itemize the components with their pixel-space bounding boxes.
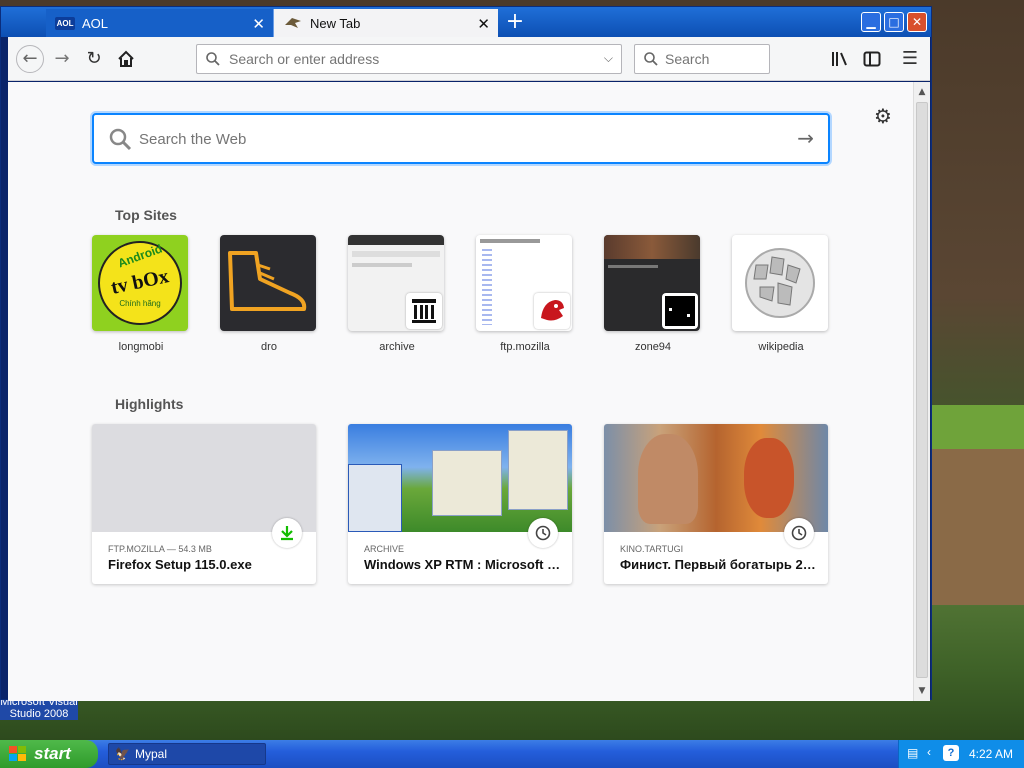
archive-building-icon [406,293,442,329]
site-thumbnail[interactable] [348,235,444,331]
mypal-logo-icon: 🦅 [115,747,130,761]
wikipedia-globe-icon [745,248,815,318]
scrollbar-thumb[interactable] [916,102,928,678]
boot-icon [228,251,307,311]
web-search-input[interactable] [139,128,759,150]
zone94-logo-icon [662,293,698,329]
top-sites-heading: Top Sites [115,207,177,223]
task-label: Mypal [135,747,168,761]
search-input[interactable] [665,49,765,69]
help-icon[interactable]: ? [943,745,959,761]
site-label: archive [379,341,415,353]
site-label: ftp.mozilla [500,341,550,353]
scroll-down-icon[interactable]: ▼ [914,683,930,699]
card-title: Windows XP RTM : Microsoft : Fr... [364,557,564,572]
site-thumbnail[interactable] [604,235,700,331]
sidebar-icon[interactable] [860,47,884,71]
tab-aol[interactable]: AOL AOL ✕ [46,9,274,37]
card-meta: ARCHIVE [364,544,405,554]
tile-text: Chính hãng [119,299,161,308]
tab-label: AOL [82,15,109,31]
highlight-card-firefox-setup[interactable]: FTP.MOZILLA — 54.3 MB Firefox Setup 115.… [92,424,316,584]
tab-new-tab[interactable]: New Tab ✕ [274,9,498,37]
highlight-card-finist[interactable]: KINO.TARTUGI Финист. Первый богатырь 202… [604,424,828,584]
start-label: start [34,744,71,763]
tab-strip: AOL AOL ✕ New Tab ✕ + ▁ □ ✕ [1,7,931,37]
new-tab-page: ⚙ → Top Sites Android tv bOx Chính hãng … [8,82,913,701]
tab-label: New Tab [310,15,361,31]
back-icon[interactable]: ← [16,45,44,73]
hamburger-menu-icon[interactable]: ☰ [898,47,922,71]
windows-flag-icon [9,746,26,761]
mypal-logo-icon [284,16,302,30]
chevron-down-icon[interactable]: ⌵ [604,51,613,66]
web-search-box[interactable]: → [92,113,830,164]
top-site-archive[interactable]: archive [348,235,446,353]
site-thumbnail[interactable] [732,235,828,331]
clock-text[interactable]: 4:22 AM [969,747,1013,761]
site-label: dro [261,341,277,353]
scroll-up-icon[interactable]: ▲ [914,84,930,100]
card-title: Firefox Setup 115.0.exe [108,557,252,572]
system-tray: ▤ ‹ ? 4:22 AM [898,740,1024,768]
site-label: longmobi [118,341,164,353]
forward-icon[interactable]: → [50,47,74,71]
card-meta: FTP.MOZILLA — 54.3 MB [108,544,212,554]
navigation-bar: ← → ↻ ⌵ ☰ [8,37,930,81]
card-thumbnail [92,424,316,532]
minimize-button[interactable]: ▁ [861,12,881,32]
browser-window: AOL AOL ✕ New Tab ✕ + ▁ □ ✕ ← → ↻ ⌵ [0,6,932,701]
gear-icon[interactable]: ⚙ [874,104,892,128]
arrow-right-icon[interactable]: → [797,126,814,150]
close-icon[interactable]: ✕ [252,15,265,33]
highlights-heading: Highlights [115,396,184,412]
site-thumbnail[interactable] [220,235,316,331]
new-tab-button[interactable]: + [504,10,526,34]
top-site-ftp-mozilla[interactable]: ftp.mozilla [476,235,574,353]
taskbar: start 🦅 Mypal ▤ ‹ ? 4:22 AM [0,740,1024,768]
site-label: wikipedia [758,341,804,353]
mozilla-dino-icon [534,293,570,329]
close-window-button[interactable]: ✕ [907,12,927,32]
card-thumbnail [348,424,572,532]
card-thumbnail [604,424,828,532]
download-icon [272,518,302,548]
close-icon[interactable]: ✕ [477,15,490,33]
search-icon [206,52,220,66]
search-icon [109,128,132,151]
home-icon[interactable] [114,47,138,71]
site-thumbnail[interactable] [476,235,572,331]
reload-icon[interactable]: ↻ [82,47,106,71]
card-meta: KINO.TARTUGI [620,544,684,554]
site-label: zone94 [634,341,672,353]
start-button[interactable]: start [0,740,98,768]
desktop-block [930,405,1024,605]
highlight-card-windows-xp[interactable]: ARCHIVE Windows XP RTM : Microsoft : Fr.… [348,424,572,584]
url-input[interactable] [229,49,589,69]
keyboard-icon[interactable]: ▤ [907,746,918,760]
taskbar-item-mypal[interactable]: 🦅 Mypal [108,743,266,765]
clock-icon [528,518,558,548]
top-site-longmobi[interactable]: Android tv bOx Chính hãng longmobi [92,235,190,353]
card-title: Финист. Первый богатырь 202... [620,557,820,572]
top-site-wikipedia[interactable]: wikipedia [732,235,830,353]
url-bar[interactable]: ⌵ [196,44,622,74]
search-icon [644,52,658,66]
site-thumbnail[interactable]: Android tv bOx Chính hãng [92,235,188,331]
search-bar[interactable] [634,44,770,74]
aol-logo-icon: AOL [54,16,76,30]
maximize-button[interactable]: □ [884,12,904,32]
top-site-dro[interactable]: dro [220,235,318,353]
clock-icon [784,518,814,548]
top-site-zone94[interactable]: zone94 [604,235,702,353]
library-icon[interactable] [828,47,852,71]
vertical-scrollbar[interactable]: ▲ ▼ [913,82,930,701]
chevron-left-icon[interactable]: ‹ [927,745,931,759]
